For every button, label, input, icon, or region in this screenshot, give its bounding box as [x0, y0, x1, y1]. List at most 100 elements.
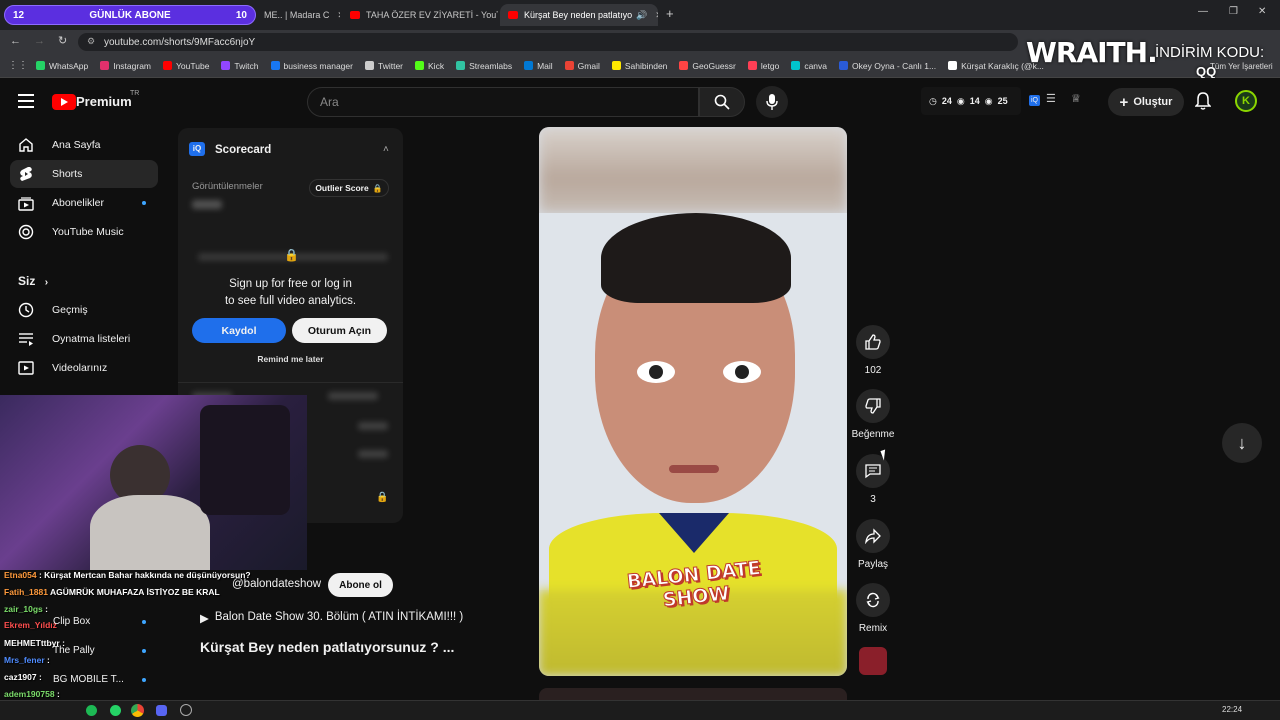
- close-icon[interactable]: ✕: [655, 10, 658, 21]
- signup-button[interactable]: Kaydol: [192, 318, 286, 343]
- bookmark-instagram[interactable]: Instagram: [100, 61, 151, 71]
- subscribe-button[interactable]: Abone ol: [328, 573, 393, 597]
- sidebar-item-subscriptions[interactable]: Abonelikler: [10, 189, 158, 217]
- clock-icon: ◷: [929, 95, 937, 106]
- bookmark-whatsapp[interactable]: WhatsApp: [36, 61, 88, 71]
- outlier-score-button[interactable]: Outlier Score 🔒: [309, 179, 389, 197]
- video-title[interactable]: Kürşat Bey neden patlatıyorsunuz ? ...: [200, 639, 454, 655]
- bookmark-gmail[interactable]: Gmail: [564, 61, 600, 71]
- vidiq-icon[interactable]: iQ: [1029, 95, 1040, 106]
- comments-button[interactable]: 3: [843, 454, 903, 505]
- eye-icon: ◉: [984, 95, 993, 106]
- restore-icon[interactable]: ❐: [1229, 6, 1238, 17]
- bookmark-geoguessr[interactable]: GeoGuessr: [679, 61, 736, 71]
- close-icon[interactable]: ✕: [337, 10, 340, 21]
- youtube-logo-icon[interactable]: [52, 94, 76, 110]
- bookmark-letgo[interactable]: letgo: [747, 60, 780, 71]
- sidebar-sub-clipbox[interactable]: Clip Box: [53, 616, 90, 627]
- you-section-title[interactable]: Siz ›: [18, 274, 48, 288]
- bookmark-streamlabs[interactable]: Streamlabs: [456, 61, 512, 71]
- like-button[interactable]: 102: [843, 325, 903, 376]
- sidebar-sub-bgmobile[interactable]: BG MOBILE T...: [53, 674, 124, 685]
- menu-icon[interactable]: [18, 94, 34, 108]
- bookmark-youtube[interactable]: YouTube: [163, 61, 209, 71]
- lock-icon: 🔒: [372, 183, 383, 193]
- trophy-icon[interactable]: ♕: [1071, 92, 1081, 105]
- next-video-preview[interactable]: [539, 688, 847, 700]
- premium-logo[interactable]: Premium: [76, 94, 132, 109]
- gaming-chair: [200, 405, 290, 515]
- sub-right-num: 10: [235, 9, 247, 21]
- chat-username: Etna054: [4, 570, 37, 580]
- sidebar-item-home[interactable]: Ana Sayfa: [10, 131, 158, 159]
- new-tab-icon[interactable]: +: [666, 6, 674, 21]
- outlier-label: Outlier Score: [315, 183, 369, 193]
- bookmark-label: letgo: [760, 60, 780, 71]
- minimize-icon[interactable]: —: [1198, 6, 1208, 17]
- bookmark-sahibinden[interactable]: Sahibinden: [611, 61, 667, 71]
- extension-stats[interactable]: ◷ 24 ◉ 14 ◉ 25: [921, 87, 1021, 115]
- sidebar-item-your-videos[interactable]: Videolarınız: [10, 354, 158, 382]
- chat-username: Ekrem_Yıldız: [4, 620, 57, 630]
- bookmark-mail[interactable]: Mail: [524, 61, 553, 71]
- dislike-button[interactable]: Beğenme: [843, 389, 903, 440]
- sponsor-brand: WRAITH.: [1026, 36, 1158, 69]
- bookmark-twitch[interactable]: Twitch: [221, 61, 259, 71]
- discord-icon[interactable]: [156, 705, 167, 716]
- next-video-button[interactable]: ↓: [1222, 423, 1262, 463]
- remix-button[interactable]: Remix: [843, 583, 903, 634]
- chat-message: Fatih_1881 AGÜMRÜK MUHAFAZA İSTİYOZ BE K…: [4, 587, 220, 597]
- notifications-icon[interactable]: [1194, 92, 1212, 115]
- tab-label: Kürşat Bey neden patlatıyo: [524, 10, 633, 20]
- bookmark-business-manager[interactable]: business manager: [270, 61, 353, 71]
- search-button[interactable]: [699, 87, 745, 117]
- avatar[interactable]: K: [1235, 90, 1257, 112]
- bookmark-favicon-icon: [679, 61, 689, 70]
- mic-icon: [766, 94, 778, 110]
- chat-username: zair_10gs: [4, 604, 43, 614]
- sidebar-item-shorts[interactable]: Shorts: [10, 160, 158, 188]
- sub-left-num: 12: [13, 9, 25, 21]
- share-button[interactable]: Paylaş: [843, 519, 903, 570]
- login-button[interactable]: Oturum Açın: [292, 318, 387, 343]
- collapse-icon[interactable]: ˄: [383, 144, 389, 155]
- bookmark-twitter[interactable]: Twitter: [364, 61, 403, 71]
- whatsapp-icon[interactable]: [110, 705, 121, 716]
- close-window-icon[interactable]: ✕: [1258, 6, 1266, 17]
- audio-thumbnail[interactable]: [859, 647, 887, 675]
- back-icon[interactable]: ←: [10, 35, 21, 47]
- site-info-icon[interactable]: ⚙: [87, 36, 95, 47]
- remind-me-later-link[interactable]: Remind me later: [178, 354, 403, 364]
- tab-madara[interactable]: ME.. | Madara C ✕: [256, 4, 340, 26]
- streamer-shirt: [90, 495, 210, 570]
- forward-icon[interactable]: →: [34, 35, 45, 47]
- bookmark-kick[interactable]: Kick: [415, 61, 444, 71]
- playlist-link[interactable]: ▶ Balon Date Show 30. Bölüm ( ATIN İNTİKA…: [200, 611, 463, 625]
- bookmark-canva[interactable]: canva: [791, 61, 827, 71]
- sidebar-item-music[interactable]: YouTube Music: [10, 218, 158, 246]
- sidebar-item-label: Shorts: [52, 168, 83, 180]
- bookmark-okey-oyna-canl-1[interactable]: Okey Oyna - Canlı 1...: [839, 61, 936, 71]
- sidebar-item-history[interactable]: Geçmiş: [10, 296, 158, 324]
- sidebar-item-label: Geçmiş: [52, 304, 88, 316]
- chrome-icon[interactable]: [131, 704, 144, 717]
- shorts-video-player[interactable]: BALON DATE SHOW: [539, 127, 847, 676]
- all-bookmarks[interactable]: Tüm Yer İşaretleri: [1210, 62, 1273, 71]
- address-bar[interactable]: ⚙ youtube.com/shorts/9MFacc6njoY: [78, 33, 1018, 51]
- sidebar-item-playlists[interactable]: Oynatma listeleri: [10, 325, 158, 353]
- tab-taha-ozer[interactable]: TAHA ÖZER EV ZİYARETİ - YouT✕: [342, 4, 498, 26]
- reload-icon[interactable]: ↻: [58, 34, 67, 47]
- voice-search-button[interactable]: [756, 86, 788, 118]
- create-button[interactable]: + Oluştur: [1108, 88, 1184, 116]
- apps-icon[interactable]: ⋮⋮: [8, 60, 28, 71]
- obs-icon[interactable]: [180, 704, 192, 716]
- tab-kursat-bey[interactable]: Kürşat Bey neden patlatıyo🔊 ✕: [500, 4, 658, 26]
- chat-username: Mrs_fener: [4, 655, 45, 665]
- mouth: [669, 465, 719, 473]
- spotify-icon[interactable]: [86, 705, 97, 716]
- list-icon[interactable]: ☰: [1046, 92, 1056, 105]
- search-input[interactable]: Ara: [307, 87, 699, 117]
- plus-icon: +: [1119, 93, 1129, 111]
- new-content-dot: [142, 201, 146, 205]
- sidebar-sub-thepally[interactable]: The Pally: [53, 645, 95, 656]
